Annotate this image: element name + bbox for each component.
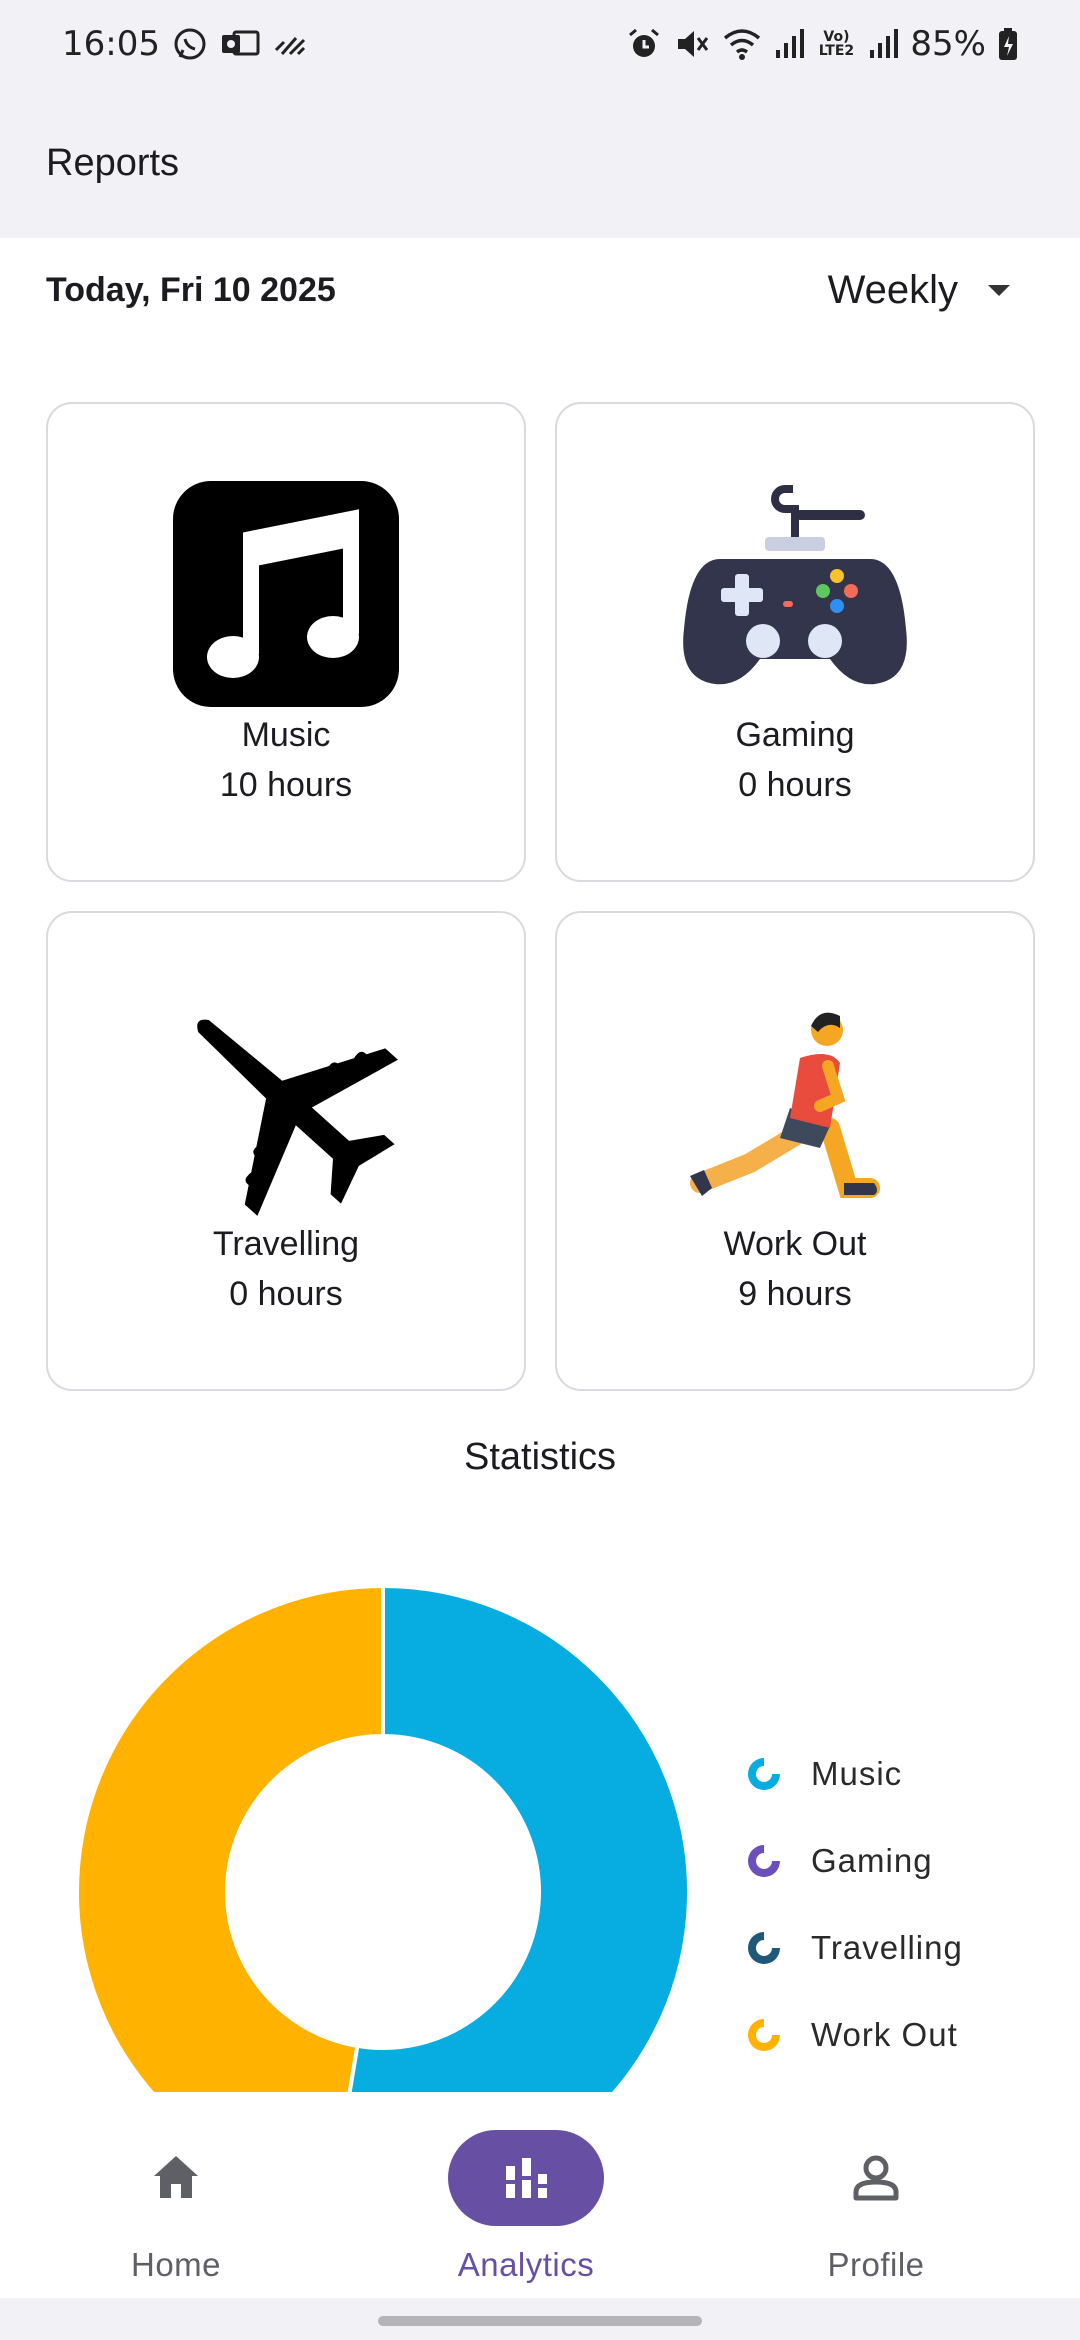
legend-donut-icon	[748, 1757, 780, 1790]
alarm-icon	[629, 28, 660, 57]
date-row: Today, Fri 10 2025 Weekly	[46, 260, 1034, 320]
airplane-icon	[171, 988, 401, 1218]
activity-hours: 0 hours	[738, 766, 852, 804]
activity-hours: 0 hours	[229, 1275, 343, 1313]
outlook-icon	[221, 30, 260, 56]
legend-donut-icon	[748, 2018, 780, 2051]
status-bar: 16:05 Vo) LTE2 85%	[0, 0, 1080, 88]
nav-profile-indicator	[798, 2130, 954, 2226]
status-time: 16:05	[62, 24, 160, 64]
activity-card-music[interactable]: Music 10 hours	[46, 402, 526, 882]
data-saver-icon	[274, 37, 306, 56]
activity-card-workout[interactable]: Work Out 9 hours	[555, 911, 1035, 1391]
page-title: Reports	[46, 141, 180, 184]
gesture-handle[interactable]	[378, 2316, 702, 2326]
legend-label: Music	[811, 1754, 903, 1792]
period-dropdown-value: Weekly	[827, 267, 958, 312]
game-controller-icon	[680, 479, 910, 709]
nav-home-label: Home	[130, 2246, 222, 2283]
chart-legend: Music Gaming Travelling Work Out	[745, 1730, 963, 2078]
legend-item-music: Music	[745, 1730, 963, 1817]
app-bar: Reports	[0, 88, 1080, 238]
signal-icon	[776, 29, 805, 58]
activity-label: Music	[241, 716, 331, 754]
donut-slice-work-out	[75, 1583, 385, 2092]
status-bar-left: 16:05	[62, 24, 308, 64]
legend-label: Travelling	[811, 1928, 963, 1966]
activity-label: Gaming	[735, 716, 855, 754]
music-note-icon	[171, 479, 401, 709]
stretching-person-icon	[680, 988, 910, 1218]
gesture-bar-area	[0, 2298, 1080, 2340]
statistics-title: Statistics	[463, 1436, 617, 1478]
wifi-icon	[724, 29, 761, 60]
battery-icon	[999, 28, 1017, 60]
whatsapp-icon	[174, 28, 206, 60]
dropdown-arrow-icon	[988, 284, 1010, 296]
profile-icon	[853, 2155, 899, 2201]
activity-label: Travelling	[212, 1225, 360, 1263]
nav-profile-label: Profile	[827, 2246, 925, 2283]
legend-item-work-out: Work Out	[745, 1991, 963, 2078]
nav-analytics[interactable]: Analytics	[376, 2130, 676, 2284]
activity-card-travelling[interactable]: Travelling 0 hours	[46, 911, 526, 1391]
legend-item-gaming: Gaming	[745, 1817, 963, 1904]
nav-home-indicator	[98, 2130, 254, 2226]
legend-donut-icon	[748, 1931, 780, 1964]
nav-profile[interactable]: Profile	[726, 2130, 1026, 2284]
current-date: Today, Fri 10 2025	[46, 270, 336, 309]
signal-icon	[870, 29, 899, 58]
legend-item-travelling: Travelling	[745, 1904, 963, 1991]
status-bar-right: Vo) LTE2 85%	[626, 24, 1018, 64]
mute-icon	[678, 31, 709, 57]
legend-label: Work Out	[811, 2015, 958, 2053]
nav-analytics-indicator	[448, 2130, 604, 2226]
period-dropdown[interactable]: Weekly	[828, 268, 1034, 313]
legend-label: Gaming	[811, 1841, 933, 1879]
nav-home[interactable]: Home	[26, 2130, 326, 2284]
battery-percent: 85%	[910, 24, 986, 64]
donut-slice-music	[347, 1583, 691, 2092]
activity-hours: 9 hours	[738, 1275, 852, 1313]
network-type-label: Vo) LTE2	[818, 29, 855, 59]
legend-donut-icon	[748, 1844, 780, 1877]
activity-card-gaming[interactable]: Gaming 0 hours	[555, 402, 1035, 882]
nav-analytics-label: Analytics	[457, 2246, 595, 2283]
activity-hours: 10 hours	[219, 766, 353, 804]
bar-chart-icon	[506, 2158, 547, 2198]
activity-label: Work Out	[723, 1225, 867, 1263]
bottom-navigation: Home Analytics Profile	[0, 2092, 1080, 2298]
home-icon	[154, 2156, 198, 2198]
